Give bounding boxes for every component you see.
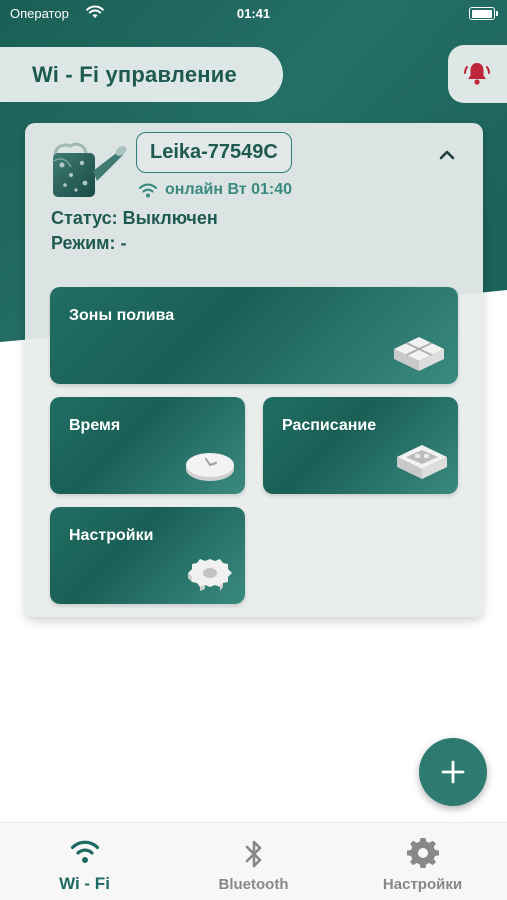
- tab-bluetooth[interactable]: Bluetooth: [169, 823, 338, 900]
- tile-label: Настройки: [69, 527, 154, 544]
- gear-icon: [188, 559, 232, 591]
- online-status: онлайн Вт 01:40: [137, 181, 292, 199]
- tile-label: Зоны полива: [69, 307, 175, 324]
- bluetooth-icon: [245, 840, 261, 868]
- tile-label: Время: [69, 417, 121, 434]
- tile-schedule[interactable]: Расписание: [263, 397, 458, 494]
- tab-label: Настройки: [382, 876, 463, 893]
- page-title: Wi - Fi управление: [32, 61, 237, 87]
- tab-wifi[interactable]: Wi - Fi: [0, 823, 169, 900]
- device-status: Статус: Выключен: [51, 208, 218, 228]
- timer-icon: [186, 453, 234, 481]
- zones-icon: [394, 337, 444, 371]
- clock: 01:41: [236, 6, 271, 21]
- schedule-icon: [397, 445, 447, 479]
- device-name: Leika-77549C: [136, 132, 292, 173]
- battery-icon: [469, 7, 498, 20]
- page-title-pill: Wi - Fi управление: [0, 47, 283, 102]
- watering-can-icon: [52, 142, 127, 197]
- bell-icon: [464, 63, 490, 85]
- add-device-button[interactable]: [419, 738, 487, 806]
- tile-settings[interactable]: Настройки: [50, 507, 245, 604]
- tab-settings[interactable]: Настройки: [338, 823, 507, 900]
- tab-label: Wi - Fi: [59, 874, 110, 893]
- wifi-icon: [70, 840, 99, 863]
- wifi-icon: [138, 183, 158, 198]
- online-text: онлайн Вт 01:40: [165, 181, 292, 198]
- status-bar: Оператор 01:41: [0, 0, 507, 30]
- device-card: Leika-77549C онлайн Вт 01:40 Статус: Вык…: [25, 123, 483, 617]
- tab-label: Bluetooth: [218, 876, 289, 893]
- chevron-up-icon[interactable]: [439, 149, 455, 161]
- bottom-nav: Wi - Fi Bluetooth Настройки: [0, 822, 507, 900]
- notifications-button[interactable]: [448, 45, 507, 103]
- device-mode: Режим: -: [51, 233, 127, 253]
- plus-icon: [441, 760, 465, 784]
- tile-label: Расписание: [282, 417, 377, 434]
- gear-icon: [406, 838, 439, 868]
- tile-watering-zones[interactable]: Зоны полива: [50, 287, 458, 384]
- tile-time[interactable]: Время: [50, 397, 245, 494]
